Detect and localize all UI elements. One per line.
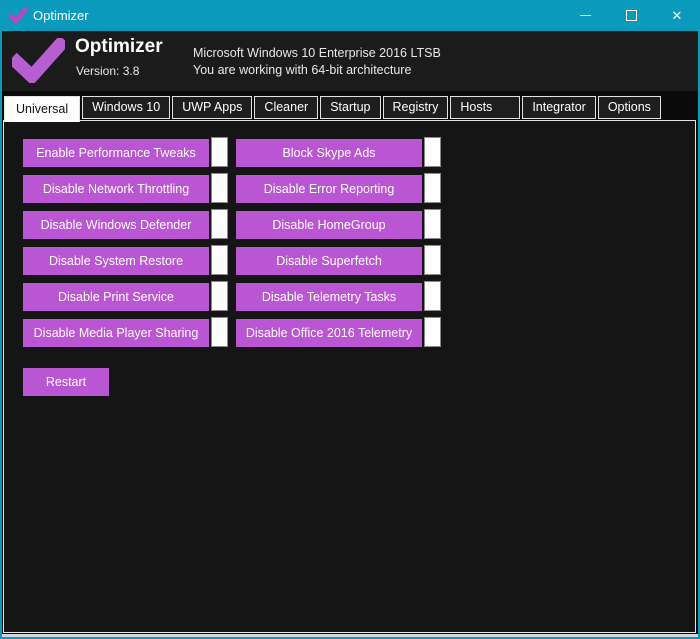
windows-defender-indicator bbox=[211, 209, 228, 239]
architecture-text: You are working with 64-bit architecture bbox=[193, 63, 412, 77]
minimize-icon bbox=[579, 15, 591, 16]
minimize-button[interactable] bbox=[562, 0, 608, 31]
disable-system-restore-button[interactable]: Disable System Restore bbox=[23, 247, 209, 275]
tab-integrator[interactable]: Integrator bbox=[522, 96, 596, 119]
error-reporting-indicator bbox=[424, 173, 441, 203]
disable-superfetch-button[interactable]: Disable Superfetch bbox=[236, 247, 422, 275]
system-restore-indicator bbox=[211, 245, 228, 275]
version-label: Version: 3.8 bbox=[76, 64, 140, 78]
window-border-left bbox=[0, 0, 2, 639]
os-edition-text: Microsoft Windows 10 Enterprise 2016 LTS… bbox=[193, 46, 441, 60]
tab-options[interactable]: Options bbox=[597, 96, 661, 119]
tab-cleaner[interactable]: Cleaner bbox=[254, 96, 319, 119]
disable-network-throttling-button[interactable]: Disable Network Throttling bbox=[23, 175, 209, 203]
block-skype-ads-button[interactable]: Block Skype Ads bbox=[236, 139, 422, 167]
tab-registry[interactable]: Registry bbox=[382, 96, 449, 119]
tab-universal[interactable]: Universal bbox=[4, 96, 81, 122]
app-logo-check-icon bbox=[9, 8, 27, 23]
performance-tweaks-indicator bbox=[211, 137, 228, 167]
app-header: Optimizer Version: 3.8 Microsoft Windows… bbox=[2, 31, 698, 91]
tab-windows-10[interactable]: Windows 10 bbox=[82, 96, 171, 119]
tab-startup[interactable]: Startup bbox=[320, 96, 381, 119]
close-button[interactable]: ✕ bbox=[654, 0, 700, 31]
office-2016-telemetry-indicator bbox=[424, 317, 441, 347]
disable-telemetry-tasks-button[interactable]: Disable Telemetry Tasks bbox=[236, 283, 422, 311]
close-icon: ✕ bbox=[671, 8, 683, 23]
skype-ads-indicator bbox=[424, 137, 441, 167]
homegroup-indicator bbox=[424, 209, 441, 239]
restart-button[interactable]: Restart bbox=[23, 368, 109, 396]
app-name: Optimizer bbox=[75, 36, 163, 57]
app-window: Optimizer ✕ Optimizer Version: 3.8 Micro… bbox=[0, 0, 700, 639]
window-title: Optimizer bbox=[33, 8, 89, 23]
tab-content-universal: Enable Performance Tweaks Disable Networ… bbox=[3, 120, 696, 633]
optimizer-logo-icon bbox=[12, 38, 65, 83]
network-throttling-indicator bbox=[211, 173, 228, 203]
disable-office-2016-telemetry-button[interactable]: Disable Office 2016 Telemetry bbox=[236, 319, 422, 347]
tab-hosts[interactable]: Hosts bbox=[450, 96, 521, 119]
disable-homegroup-button[interactable]: Disable HomeGroup bbox=[236, 211, 422, 239]
disable-media-player-sharing-button[interactable]: Disable Media Player Sharing bbox=[23, 319, 209, 347]
maximize-icon bbox=[625, 10, 637, 21]
disable-print-service-button[interactable]: Disable Print Service bbox=[23, 283, 209, 311]
enable-performance-tweaks-button[interactable]: Enable Performance Tweaks bbox=[23, 139, 209, 167]
superfetch-indicator bbox=[424, 245, 441, 275]
disable-windows-defender-button[interactable]: Disable Windows Defender bbox=[23, 211, 209, 239]
titlebar: Optimizer ✕ bbox=[0, 0, 700, 31]
tab-uwp-apps[interactable]: UWP Apps bbox=[172, 96, 253, 119]
print-service-indicator bbox=[211, 281, 228, 311]
maximize-button[interactable] bbox=[608, 0, 654, 31]
media-player-sharing-indicator bbox=[211, 317, 228, 347]
window-controls: ✕ bbox=[562, 0, 700, 31]
telemetry-tasks-indicator bbox=[424, 281, 441, 311]
tab-bar: Universal Windows 10 UWP Apps Cleaner St… bbox=[4, 92, 698, 122]
system-info: Microsoft Windows 10 Enterprise 2016 LTS… bbox=[193, 45, 441, 79]
disable-error-reporting-button[interactable]: Disable Error Reporting bbox=[236, 175, 422, 203]
